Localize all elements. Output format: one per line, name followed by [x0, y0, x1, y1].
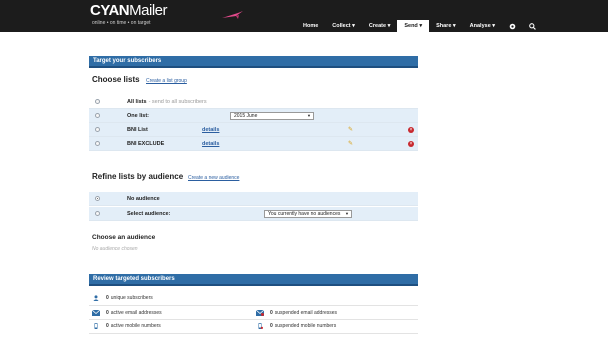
delete-icon[interactable]: × [408, 127, 414, 133]
nav-create[interactable]: Create ▾ [362, 20, 397, 32]
one-list-row[interactable]: One list: 2015 June ▼ [89, 109, 418, 123]
chevron-down-icon: ▼ [307, 113, 311, 118]
top-navigation-bar: CYANMailer online • on time • on target … [0, 0, 608, 32]
chevron-down-icon: ▼ [345, 211, 349, 216]
select-audience-label: Select audience: [127, 211, 171, 217]
email-icon [92, 310, 100, 316]
edit-pencil-icon[interactable]: ✎ [348, 140, 353, 147]
no-audience-chosen-text: No audience chosen [92, 246, 138, 252]
select-audience-row[interactable]: Select audience: You currently have no a… [89, 207, 418, 221]
list-name: BNI List [127, 127, 148, 133]
brand-logo[interactable]: CYANMailer [90, 2, 167, 19]
list-details-link[interactable]: details [202, 141, 219, 147]
list-item[interactable]: BNI EXCLUDE details ✎ × [89, 137, 418, 151]
list-item[interactable]: BNI List details ✎ × [89, 123, 418, 137]
divider [89, 319, 418, 320]
all-lists-row[interactable]: All lists - send to all subscribers [89, 95, 418, 109]
brand-tagline: online • on time • on target [92, 20, 151, 26]
active-mobile-stat: 0 active mobile numbers [92, 323, 161, 329]
review-panel-header: Review targeted subscribers [89, 274, 418, 286]
user-icon [93, 295, 99, 301]
no-audience-row[interactable]: No audience [89, 192, 418, 206]
mobile-icon [94, 323, 98, 329]
nav-share[interactable]: Share ▾ [429, 20, 463, 32]
list-radio[interactable] [95, 141, 100, 146]
list-details-link[interactable]: details [202, 127, 219, 133]
search-icon[interactable] [522, 20, 542, 32]
nav-home[interactable]: Home [296, 20, 325, 32]
list-name: BNI EXCLUDE [127, 141, 165, 147]
select-audience-radio[interactable] [95, 211, 100, 216]
main-nav: Home Collect ▾ Create ▾ Send ▾ Share ▾ A… [296, 20, 542, 32]
mobile-suspended-icon [258, 323, 263, 329]
gear-icon[interactable] [502, 20, 522, 32]
paper-plane-icon [222, 11, 243, 19]
refine-lists-title: Refine lists by audience [92, 172, 184, 181]
no-audience-label: No audience [127, 196, 160, 202]
audience-select[interactable]: You currently have no audiences ▼ [264, 210, 352, 218]
edit-pencil-icon[interactable]: ✎ [348, 126, 353, 133]
suspended-email-stat: 0 suspended email addresses [256, 310, 337, 316]
email-suspended-icon [256, 310, 264, 316]
divider [89, 333, 418, 334]
no-audience-radio[interactable] [95, 196, 100, 201]
delete-icon[interactable]: × [408, 141, 414, 147]
divider [89, 305, 418, 306]
create-audience-link[interactable]: Create a new audience [188, 175, 239, 181]
all-lists-hint: - send to all subscribers [148, 99, 207, 105]
one-list-label: One list: [127, 113, 150, 119]
target-panel-header: Target your subscribers [89, 56, 418, 68]
active-email-stat: 0 active email addresses [92, 310, 162, 316]
all-lists-radio[interactable] [95, 99, 100, 104]
one-list-radio[interactable] [95, 113, 100, 118]
one-list-select[interactable]: 2015 June ▼ [230, 112, 314, 120]
nav-analyse[interactable]: Analyse ▾ [463, 20, 502, 32]
choose-lists-title: Choose lists [92, 75, 140, 84]
choose-audience-title: Choose an audience [92, 234, 156, 241]
nav-send[interactable]: Send ▾ [397, 20, 430, 32]
all-lists-label: All lists [127, 99, 147, 105]
create-list-group-link[interactable]: Create a list group [146, 78, 187, 84]
nav-collect[interactable]: Collect ▾ [325, 20, 362, 32]
unique-subscribers-stat: 0 unique subscribers [92, 295, 153, 301]
suspended-mobile-stat: 0 suspended mobile numbers [256, 323, 336, 329]
list-radio[interactable] [95, 127, 100, 132]
